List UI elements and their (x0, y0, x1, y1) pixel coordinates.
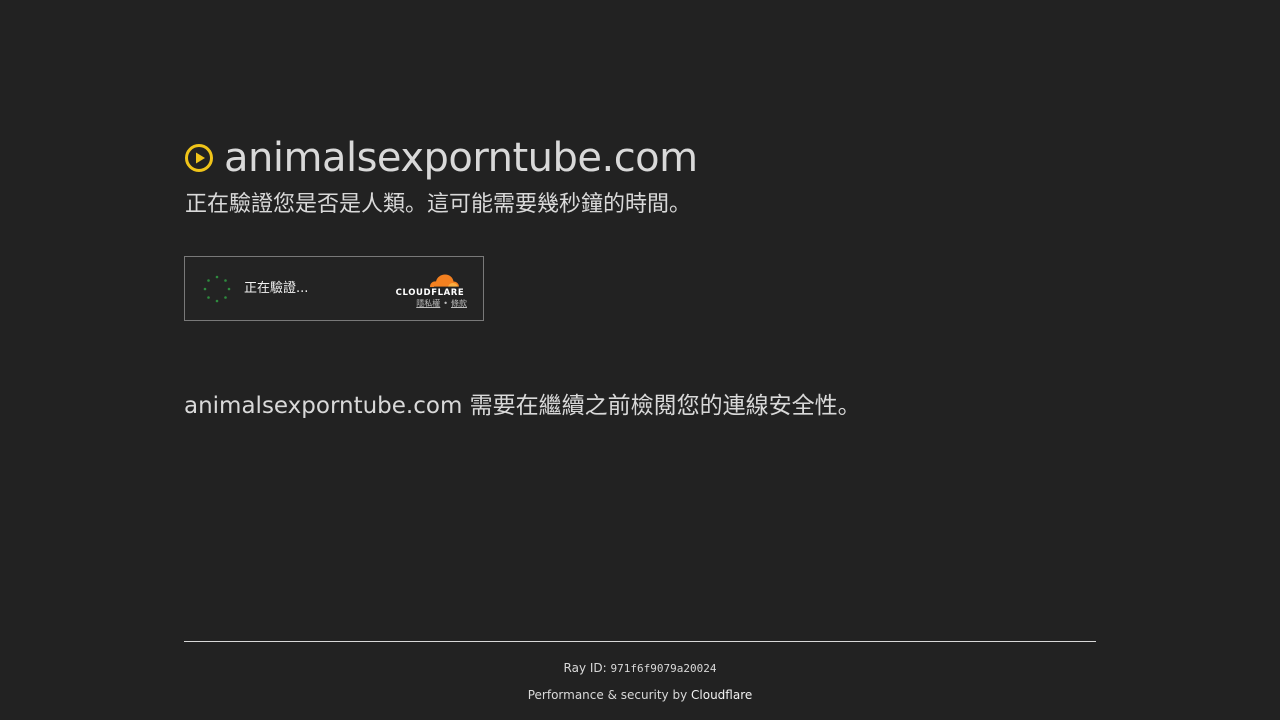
challenge-page: animalsexporntube.com 正在驗證您是否是人類。這可能需要幾秒… (0, 0, 1280, 720)
verification-subtitle: 正在驗證您是否是人類。這可能需要幾秒鐘的時間。 (185, 192, 692, 217)
message-site-name: animalsexporntube.com (184, 393, 463, 419)
page-header: animalsexporntube.com (184, 134, 698, 182)
link-separator: • (443, 299, 448, 308)
verifying-status-label: 正在驗證... (244, 281, 309, 296)
cloudflare-link[interactable]: Cloudflare (691, 688, 752, 702)
security-review-message: animalsexporntube.com 需要在繼續之前檢閱您的連線安全性。 (184, 390, 861, 422)
terms-link[interactable]: 條款 (451, 299, 467, 308)
cloudflare-logo[interactable]: CLOUDFLARE (392, 268, 468, 298)
footer-divider (184, 641, 1096, 642)
site-title: animalsexporntube.com (224, 135, 698, 181)
message-text: 需要在繼續之前檢閱您的連線安全性。 (462, 393, 861, 419)
cloudflare-brand-text: CLOUDFLARE (396, 288, 465, 296)
performance-text: Performance & security by (527, 688, 692, 702)
privacy-link[interactable]: 隱私權 (416, 299, 440, 308)
widget-links: 隱私權 • 條款 (416, 298, 467, 309)
turnstile-widget[interactable]: 正在驗證... CLOUDFLARE 隱私權 • 條款 (184, 256, 484, 321)
loading-spinner-icon (202, 274, 232, 304)
ray-id-value: 971f6f9079a20024 (610, 662, 717, 675)
ray-id-label: Ray ID: (563, 661, 611, 675)
performance-security-line: Performance & security by Cloudflare (184, 686, 1096, 704)
ray-id-line: Ray ID: 971f6f9079a20024 (184, 659, 1096, 678)
play-circle-icon (184, 143, 214, 173)
